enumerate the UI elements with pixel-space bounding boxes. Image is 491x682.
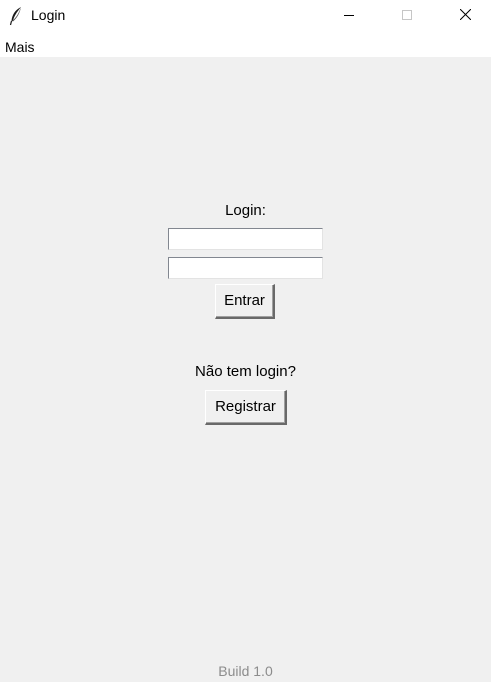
no-login-prompt: Não tem login?	[195, 363, 296, 380]
title-bar[interactable]: Login	[0, 0, 491, 32]
menu-bar: Mais	[0, 32, 491, 57]
close-button[interactable]	[442, 0, 488, 32]
feather-icon	[9, 6, 23, 26]
login-panel: Login: Entrar Não tem login? Registrar B…	[0, 57, 491, 682]
menu-item-mais[interactable]: Mais	[5, 39, 35, 55]
maximize-button[interactable]	[384, 0, 430, 32]
minimize-button[interactable]	[326, 0, 372, 32]
registrar-button[interactable]: Registrar	[205, 390, 287, 425]
window-title: Login	[31, 7, 66, 23]
username-field[interactable]	[168, 228, 323, 250]
app-window: Login Mais Login: Entrar Não tem login? …	[0, 0, 491, 682]
minimize-icon	[344, 7, 354, 25]
login-label: Login:	[225, 202, 266, 219]
build-version: Build 1.0	[218, 663, 273, 679]
maximize-icon	[402, 7, 412, 25]
password-field[interactable]	[168, 257, 323, 279]
entrar-button[interactable]: Entrar	[215, 284, 275, 319]
close-icon	[459, 7, 471, 25]
